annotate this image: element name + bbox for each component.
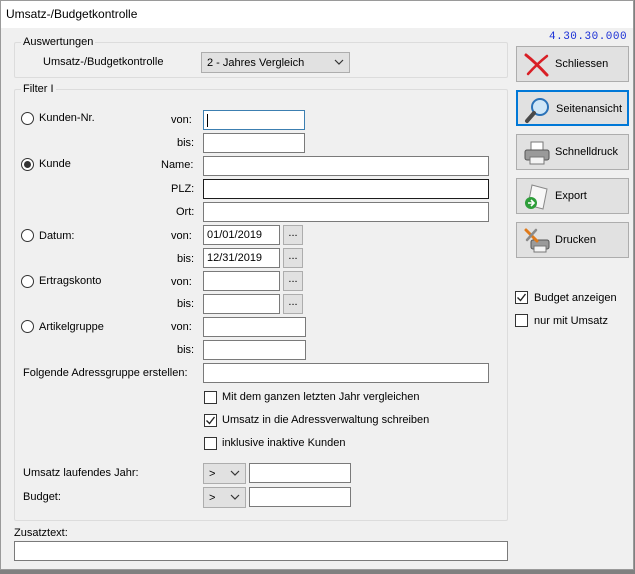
adressgruppe-input[interactable] xyxy=(203,363,489,383)
seitenansicht-button[interactable]: Seitenansicht xyxy=(516,90,629,126)
ertragskonto-label: Ertragskonto xyxy=(39,275,102,287)
ertragskonto-von-browse-button[interactable]: ... xyxy=(283,271,303,291)
artikelgruppe-bis-input[interactable] xyxy=(203,340,306,360)
budget-operator-value: > xyxy=(209,492,216,504)
kunde-plz-input[interactable] xyxy=(203,179,489,199)
datum-von-browse-button[interactable]: ... xyxy=(283,225,303,245)
printer-icon xyxy=(523,139,551,167)
ertragskonto-von-input[interactable] xyxy=(203,271,280,291)
seitenansicht-label: Seitenansicht xyxy=(556,103,623,115)
radio-ertragskonto[interactable] xyxy=(21,275,34,288)
checkbox-adressverwaltung[interactable] xyxy=(204,414,217,427)
datum-von-label: von: xyxy=(171,230,192,242)
kunde-label: Kunde xyxy=(39,158,71,170)
umsatz-label: Umsatz laufendes Jahr: xyxy=(23,467,139,479)
kunde-plz-label: PLZ: xyxy=(171,183,195,195)
auswertungen-selected-value: 2 - Jahres Vergleich xyxy=(207,57,305,69)
nur-mit-umsatz-label: nur mit Umsatz xyxy=(534,315,608,327)
drucken-button[interactable]: Drucken xyxy=(516,222,629,258)
schnelldruck-button[interactable]: Schnelldruck xyxy=(516,134,629,170)
main-window: Umsatz-/Budgetkontrolle 4.30.30.000 Ausw… xyxy=(0,0,634,570)
chevron-down-icon xyxy=(230,467,240,482)
zusatztext-label: Zusatztext: xyxy=(14,527,68,539)
close-x-icon xyxy=(523,51,551,79)
title-bar: Umsatz-/Budgetkontrolle xyxy=(1,1,633,28)
radio-kunden-nr[interactable] xyxy=(21,112,34,125)
print-settings-icon xyxy=(523,227,551,255)
budget-operator-select[interactable]: > xyxy=(203,487,246,508)
export-icon xyxy=(523,183,551,211)
budget-anzeigen-label: Budget anzeigen xyxy=(534,292,617,304)
budget-input[interactable] xyxy=(249,487,351,507)
umsatz-operator-select[interactable]: > xyxy=(203,463,246,484)
artikelgruppe-von-input[interactable] xyxy=(203,317,306,337)
datum-bis-input[interactable]: 12/31/2019 xyxy=(203,248,280,268)
schnelldruck-label: Schnelldruck xyxy=(555,146,618,158)
artikelgruppe-label: Artikelgruppe xyxy=(39,321,104,333)
datum-von-input[interactable]: 01/01/2019 xyxy=(203,225,280,245)
ertragskonto-bis-label: bis: xyxy=(177,298,195,310)
checkmark-icon xyxy=(517,293,527,302)
radio-artikelgruppe[interactable] xyxy=(21,320,34,333)
schliessen-button[interactable]: Schliessen xyxy=(516,46,629,82)
checkmark-icon xyxy=(206,416,216,425)
checkbox-budget-anzeigen[interactable] xyxy=(515,291,528,304)
datum-label: Datum: xyxy=(39,230,75,242)
chevron-down-icon xyxy=(230,491,240,506)
checkbox-adressverwaltung-label: Umsatz in die Adressverwaltung schreiben xyxy=(222,414,430,426)
kunden-nr-von-input[interactable] xyxy=(203,110,305,130)
checkbox-inaktive-kunden-label: inklusive inaktive Kunden xyxy=(222,437,346,449)
kunden-nr-von-label: von: xyxy=(171,114,192,126)
datum-bis-value: 12/31/2019 xyxy=(207,252,263,264)
datum-bis-label: bis: xyxy=(177,253,195,265)
window-title: Umsatz-/Budgetkontrolle xyxy=(6,7,138,21)
ertragskonto-von-label: von: xyxy=(171,276,192,288)
datum-bis-browse-button[interactable]: ... xyxy=(283,248,303,268)
datum-von-value: 01/01/2019 xyxy=(207,229,263,241)
kunde-ort-label: Ort: xyxy=(176,206,195,218)
artikelgruppe-von-label: von: xyxy=(171,321,192,333)
version-label: 4.30.30.000 xyxy=(549,31,628,43)
export-button[interactable]: Export xyxy=(516,178,629,214)
kunde-name-input[interactable] xyxy=(203,156,489,176)
kunde-name-label: Name: xyxy=(161,159,194,171)
umsatz-operator-value: > xyxy=(209,468,216,480)
magnifier-icon xyxy=(524,96,552,124)
ertragskonto-bis-input[interactable] xyxy=(203,294,280,314)
filter-legend: Filter I xyxy=(21,83,56,95)
checkbox-letztes-jahr-label: Mit dem ganzen letzten Jahr vergleichen xyxy=(222,391,420,403)
chevron-down-icon xyxy=(334,56,344,71)
drucken-label: Drucken xyxy=(555,234,596,246)
kunden-nr-label: Kunden-Nr. xyxy=(39,112,95,124)
artikelgruppe-bis-label: bis: xyxy=(177,344,195,356)
budget-label: Budget: xyxy=(23,491,61,503)
auswertungen-select[interactable]: 2 - Jahres Vergleich xyxy=(201,52,350,73)
kunde-ort-input[interactable] xyxy=(203,202,489,222)
radio-kunde[interactable] xyxy=(21,158,34,171)
kunden-nr-bis-input[interactable] xyxy=(203,133,305,153)
checkbox-inaktive-kunden[interactable] xyxy=(204,437,217,450)
schliessen-label: Schliessen xyxy=(555,58,609,70)
adressgruppe-label: Folgende Adressgruppe erstellen: xyxy=(23,367,188,379)
ertragskonto-bis-browse-button[interactable]: ... xyxy=(283,294,303,314)
umsatz-input[interactable] xyxy=(249,463,351,483)
zusatztext-input[interactable] xyxy=(14,541,508,561)
text-caret xyxy=(207,114,208,127)
kunden-nr-bis-label: bis: xyxy=(177,137,195,149)
radio-datum[interactable] xyxy=(21,229,34,242)
auswertungen-legend: Auswertungen xyxy=(21,36,96,48)
checkbox-nur-mit-umsatz[interactable] xyxy=(515,314,528,327)
checkbox-letztes-jahr[interactable] xyxy=(204,391,217,404)
export-label: Export xyxy=(555,190,587,202)
auswertungen-label: Umsatz-/Budgetkontrolle xyxy=(43,56,164,68)
